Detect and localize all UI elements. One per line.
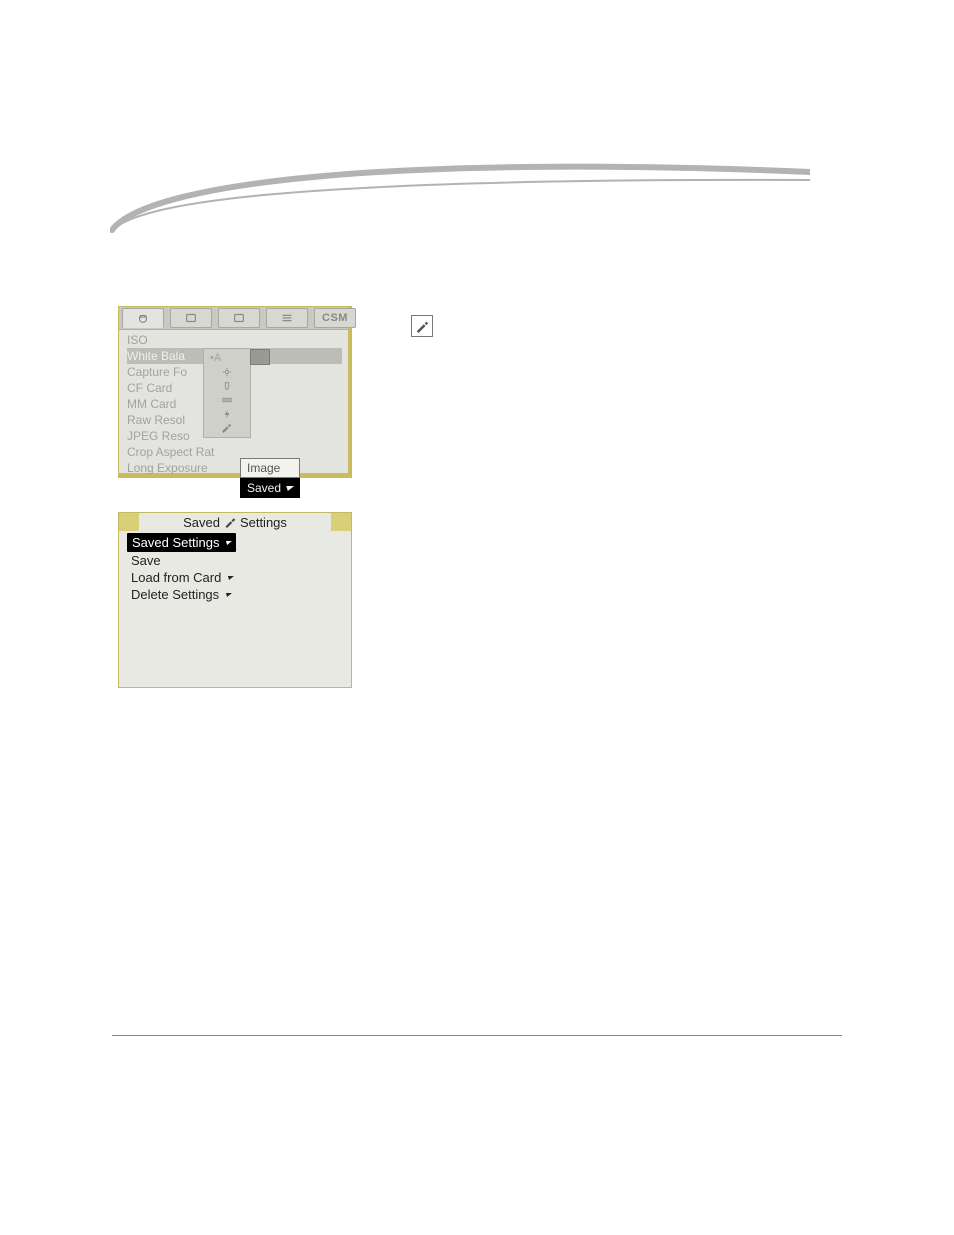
tab-capture[interactable] <box>122 308 164 328</box>
option-load-label: Load from Card <box>131 569 221 586</box>
option-save[interactable]: Save <box>127 552 343 569</box>
click-wb-submenu: Image Saved <box>240 458 300 498</box>
click-wb-option-image[interactable]: Image <box>240 458 300 478</box>
submenu-arrow-icon <box>225 541 233 545</box>
submenu-arrow-icon <box>226 576 234 580</box>
tab-folder2[interactable] <box>218 308 260 328</box>
click-icon <box>224 516 236 528</box>
click-wb-option-saved-label: Saved <box>247 480 281 496</box>
option-save-label: Save <box>131 552 161 569</box>
submenu-arrow-icon <box>224 593 232 597</box>
option-saved-settings[interactable]: Saved Settings <box>127 533 236 552</box>
header-right-text: Settings <box>240 515 287 530</box>
menu-tabs: CSM <box>119 307 348 330</box>
wb-option-flash[interactable] <box>208 407 246 421</box>
screenshot-white-balance-saved: CSM ISO White Bala Capture Fo CF Card MM… <box>118 306 352 478</box>
saved-settings-header: Saved Settings <box>119 513 351 531</box>
wb-option-auto[interactable]: • A <box>208 351 246 365</box>
decorative-swoosh <box>110 150 810 250</box>
wb-option-click[interactable] <box>208 421 246 435</box>
option-delete-label: Delete Settings <box>131 586 219 603</box>
wb-option-tungsten[interactable] <box>208 379 246 393</box>
wb-option-daylight[interactable] <box>208 365 246 379</box>
tab-tools[interactable] <box>266 308 308 328</box>
click-settings-icon <box>411 315 433 337</box>
menu-iso[interactable]: ISO <box>127 332 342 348</box>
footer-rule <box>112 1035 842 1036</box>
option-delete-settings[interactable]: Delete Settings <box>127 586 343 603</box>
submenu-arrow-icon <box>284 486 294 491</box>
wb-preview-swatch <box>250 349 270 365</box>
screenshot-saved-click-settings: Saved Settings Saved Settings Save Load … <box>118 512 352 688</box>
menu-long-exposure[interactable]: Long Exposure <box>127 460 342 476</box>
header-left-text: Saved <box>183 515 220 530</box>
tab-csm[interactable]: CSM <box>314 308 356 328</box>
tab-folder1[interactable] <box>170 308 212 328</box>
click-wb-option-saved[interactable]: Saved <box>240 478 300 498</box>
wb-option-auto-label: A <box>214 350 221 366</box>
option-saved-settings-label: Saved Settings <box>132 534 219 551</box>
wb-option-fluorescent[interactable] <box>208 393 246 407</box>
white-balance-submenu: • A <box>203 348 251 438</box>
menu-crop-aspect[interactable]: Crop Aspect Rat <box>127 444 342 460</box>
option-load-from-card[interactable]: Load from Card <box>127 569 343 586</box>
